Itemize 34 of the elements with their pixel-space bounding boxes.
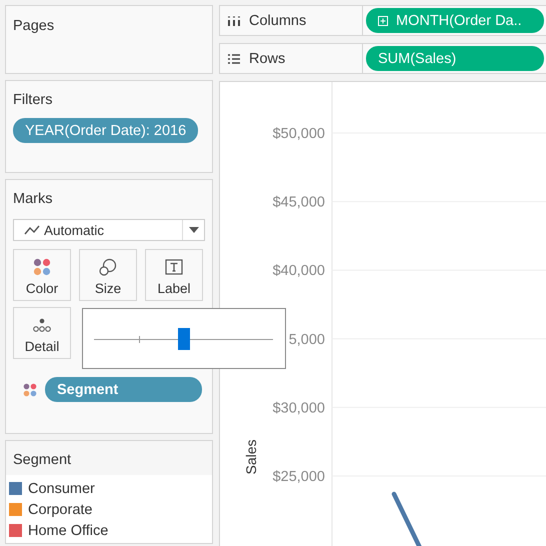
mark-card[interactable]: Label xyxy=(145,249,203,301)
caret-icon xyxy=(188,227,198,233)
legend-title: Segment xyxy=(13,452,72,468)
tick-label: $30,000 xyxy=(272,400,325,416)
circles-icon xyxy=(99,258,117,276)
tick-label: $50,000 xyxy=(272,126,325,142)
line-chart-icon xyxy=(24,225,40,235)
text-label-icon xyxy=(165,258,183,276)
columns-icon xyxy=(228,14,240,26)
legend-label: Consumer xyxy=(28,480,95,496)
mark-type-dropdown[interactable]: Automatic xyxy=(13,219,205,241)
tick-label: $45,000 xyxy=(272,194,325,211)
legend-label: Corporate xyxy=(28,502,92,518)
mark-card[interactable]: Size xyxy=(79,249,137,301)
color-dots-icon xyxy=(33,258,51,276)
sales-line xyxy=(392,492,424,546)
panel-title: Filters xyxy=(13,92,52,108)
mark-card[interactable]: Detail xyxy=(13,307,71,359)
size-slider[interactable] xyxy=(94,328,273,350)
tick-label: 5,000 xyxy=(288,332,325,348)
axis-title: Sales xyxy=(243,439,259,475)
legend-label: Home Office xyxy=(28,522,108,538)
tick-label: $25,000 xyxy=(272,469,325,485)
detail-dots-icon xyxy=(33,318,51,334)
panel-title: Marks xyxy=(13,191,52,207)
list-icon xyxy=(228,54,240,64)
color-dots-icon xyxy=(23,382,37,396)
expand-icon xyxy=(378,16,388,26)
tick-label: $40,000 xyxy=(272,263,325,280)
panel-title: Pages xyxy=(13,18,54,34)
shelf-label: Columns xyxy=(249,12,306,28)
shelf-label: Rows xyxy=(249,50,286,66)
slider-thumb[interactable] xyxy=(178,328,190,350)
mark-card[interactable]: Color xyxy=(13,249,71,301)
